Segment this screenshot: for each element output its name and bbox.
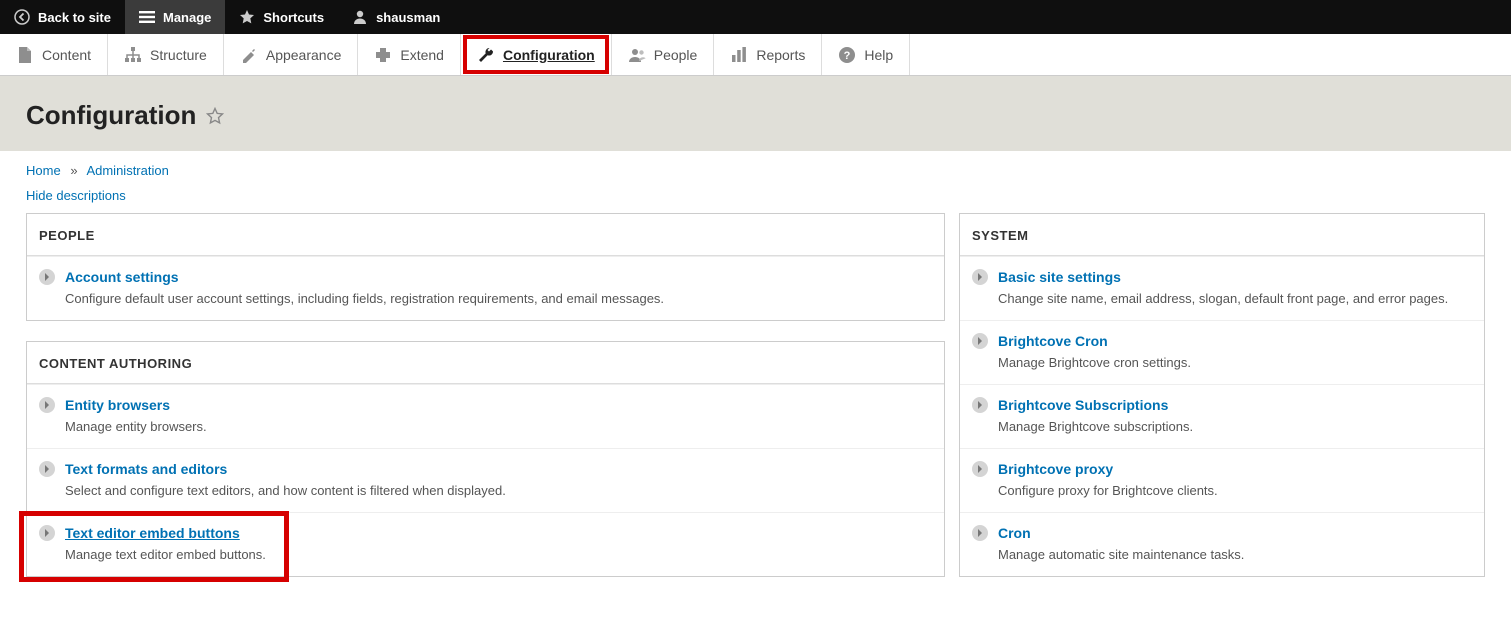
admin-menu-appearance[interactable]: Appearance (224, 34, 359, 75)
chevron-right-icon (972, 269, 988, 285)
admin-menu-extend[interactable]: Extend (358, 34, 461, 75)
page-title: Configuration (26, 100, 1485, 131)
breadcrumb-home-link[interactable]: Home (26, 163, 61, 178)
sub-area: Home » Administration Hide descriptions (0, 151, 1511, 203)
panel-content-authoring-heading: CONTENT AUTHORING (27, 342, 944, 384)
admin-menu-help-label: Help (864, 47, 893, 63)
hide-descriptions-link[interactable]: Hide descriptions (26, 188, 126, 203)
manage-button[interactable]: Manage (125, 0, 225, 34)
admin-menu-content[interactable]: Content (0, 34, 108, 75)
admin-menu-people-label: People (654, 47, 698, 63)
admin-menu: Content Structure Appearance Extend Conf… (0, 34, 1511, 76)
structure-icon (124, 46, 142, 64)
breadcrumb-admin-link[interactable]: Administration (86, 163, 168, 178)
brightcove-cron-desc: Manage Brightcove cron settings. (998, 355, 1472, 370)
page-header: Configuration (0, 76, 1511, 151)
user-menu-button[interactable]: shausman (338, 0, 454, 34)
reports-icon (730, 46, 748, 64)
basic-site-desc: Change site name, email address, slogan,… (998, 291, 1472, 306)
chevron-right-icon (972, 461, 988, 477)
config-item-account-settings: Account settings Configure default user … (27, 256, 944, 320)
brightcove-cron-link[interactable]: Brightcove Cron (998, 333, 1108, 349)
wrench-icon (477, 46, 495, 64)
admin-menu-help[interactable]: ? Help (822, 34, 910, 75)
admin-menu-appearance-label: Appearance (266, 47, 342, 63)
user-icon (352, 9, 368, 25)
breadcrumb: Home » Administration (26, 163, 1485, 178)
left-column: PEOPLE Account settings Configure defaul… (26, 213, 945, 577)
chevron-right-icon (972, 333, 988, 349)
brightcove-subs-desc: Manage Brightcove subscriptions. (998, 419, 1472, 434)
account-settings-desc: Configure default user account settings,… (65, 291, 932, 306)
panel-system: SYSTEM Basic site settings Change site n… (959, 213, 1485, 577)
admin-menu-configuration[interactable]: Configuration (461, 34, 612, 75)
config-item-basic-site: Basic site settings Change site name, em… (960, 256, 1484, 320)
extend-icon (374, 46, 392, 64)
people-icon (628, 46, 646, 64)
config-columns: PEOPLE Account settings Configure defaul… (0, 203, 1511, 597)
config-item-brightcove-cron: Brightcove Cron Manage Brightcove cron s… (960, 320, 1484, 384)
back-to-site-label: Back to site (38, 10, 111, 25)
shortcuts-label: Shortcuts (263, 10, 324, 25)
account-settings-link[interactable]: Account settings (65, 269, 179, 285)
config-item-text-formats: Text formats and editors Select and conf… (27, 448, 944, 512)
admin-menu-people[interactable]: People (612, 34, 715, 75)
admin-menu-extend-label: Extend (400, 47, 444, 63)
chevron-right-icon (972, 525, 988, 541)
shortcuts-button[interactable]: Shortcuts (225, 0, 338, 34)
entity-browsers-link[interactable]: Entity browsers (65, 397, 170, 413)
basic-site-link[interactable]: Basic site settings (998, 269, 1121, 285)
text-formats-desc: Select and configure text editors, and h… (65, 483, 932, 498)
star-icon (239, 9, 255, 25)
chevron-right-icon (972, 397, 988, 413)
config-item-embed-buttons: Text editor embed buttons Manage text ed… (27, 512, 944, 576)
brightcove-proxy-link[interactable]: Brightcove proxy (998, 461, 1113, 477)
content-icon (16, 46, 34, 64)
brightcove-subs-link[interactable]: Brightcove Subscriptions (998, 397, 1168, 413)
admin-menu-structure[interactable]: Structure (108, 34, 224, 75)
back-to-site-button[interactable]: Back to site (0, 0, 125, 34)
breadcrumb-separator: » (64, 163, 83, 178)
admin-menu-reports-label: Reports (756, 47, 805, 63)
admin-menu-reports[interactable]: Reports (714, 34, 822, 75)
entity-browsers-desc: Manage entity browsers. (65, 419, 932, 434)
user-label: shausman (376, 10, 440, 25)
admin-menu-configuration-label: Configuration (503, 47, 595, 63)
cron-link[interactable]: Cron (998, 525, 1031, 541)
cron-desc: Manage automatic site maintenance tasks. (998, 547, 1472, 562)
hamburger-icon (139, 9, 155, 25)
help-icon: ? (838, 46, 856, 64)
manage-label: Manage (163, 10, 211, 25)
embed-buttons-desc: Manage text editor embed buttons. (65, 547, 932, 562)
config-item-brightcove-proxy: Brightcove proxy Configure proxy for Bri… (960, 448, 1484, 512)
brightcove-proxy-desc: Configure proxy for Brightcove clients. (998, 483, 1472, 498)
config-item-brightcove-subs: Brightcove Subscriptions Manage Brightco… (960, 384, 1484, 448)
favorite-star-icon[interactable] (206, 107, 224, 125)
panel-system-heading: SYSTEM (960, 214, 1484, 256)
text-formats-link[interactable]: Text formats and editors (65, 461, 227, 477)
config-item-entity-browsers: Entity browsers Manage entity browsers. (27, 384, 944, 448)
panel-people: PEOPLE Account settings Configure defaul… (26, 213, 945, 321)
admin-menu-content-label: Content (42, 47, 91, 63)
chevron-right-icon (39, 269, 55, 285)
spacer (26, 321, 945, 341)
chevron-left-circle-icon (14, 9, 30, 25)
embed-buttons-link[interactable]: Text editor embed buttons (65, 525, 240, 541)
chevron-right-icon (39, 397, 55, 413)
page-title-text: Configuration (26, 100, 196, 131)
svg-text:?: ? (844, 50, 851, 62)
appearance-icon (240, 46, 258, 64)
config-item-cron: Cron Manage automatic site maintenance t… (960, 512, 1484, 576)
panel-people-heading: PEOPLE (27, 214, 944, 256)
panel-content-authoring: CONTENT AUTHORING Entity browsers Manage… (26, 341, 945, 577)
admin-menu-structure-label: Structure (150, 47, 207, 63)
top-toolbar: Back to site Manage Shortcuts shausman (0, 0, 1511, 34)
chevron-right-icon (39, 461, 55, 477)
chevron-right-icon (39, 525, 55, 541)
